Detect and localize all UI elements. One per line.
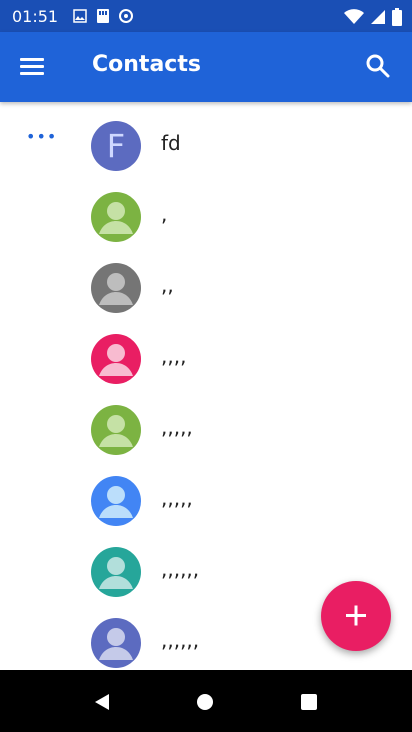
contact-name: ,,,,: [161, 344, 187, 368]
menu-button[interactable]: [18, 54, 48, 80]
add-contact-button[interactable]: [321, 581, 391, 651]
avatar: [91, 547, 141, 597]
avatar: [91, 263, 141, 313]
contact-name: ,,,,,,: [161, 628, 200, 652]
back-button[interactable]: [92, 692, 112, 716]
more-horiz-icon[interactable]: •••: [26, 127, 57, 146]
search-button[interactable]: [364, 52, 392, 80]
page-title: Contacts: [92, 52, 201, 77]
home-button[interactable]: [195, 692, 215, 716]
contact-row[interactable]: ••• F fd: [0, 109, 412, 180]
contact-row[interactable]: ,,: [0, 251, 412, 322]
data-saver-icon: [119, 9, 133, 23]
storage-icon: [97, 9, 109, 23]
person-icon: [99, 486, 133, 518]
app-bar: Contacts: [0, 32, 412, 102]
avatar: [91, 618, 141, 668]
navigation-bar: [0, 670, 412, 732]
contact-row[interactable]: ,: [0, 180, 412, 251]
contact-name: ,,,,,: [161, 415, 193, 439]
search-icon: [366, 54, 390, 78]
person-icon: [99, 415, 133, 447]
avatar: [91, 405, 141, 455]
status-time: 01:51: [12, 7, 59, 26]
photos-icon: [73, 9, 87, 23]
person-icon: [99, 344, 133, 376]
person-icon: [99, 557, 133, 589]
home-icon: [197, 694, 213, 710]
contact-name: ,: [161, 202, 168, 226]
avatar: [91, 192, 141, 242]
recents-button[interactable]: [299, 692, 319, 716]
contact-name: ,,: [161, 273, 174, 297]
contact-row[interactable]: ,,,,,: [0, 393, 412, 464]
avatar: [91, 334, 141, 384]
contact-name: ,,,,,,: [161, 557, 200, 581]
status-system-icons: [344, 8, 402, 26]
avatar: [91, 476, 141, 526]
person-icon: [99, 273, 133, 305]
status-notification-icons: [72, 8, 134, 24]
contact-row[interactable]: ,,,,,: [0, 464, 412, 535]
person-icon: [99, 202, 133, 234]
recents-icon: [301, 694, 317, 710]
contact-row[interactable]: ,,,,: [0, 322, 412, 393]
contact-name: fd: [161, 131, 181, 155]
signal-icon: [371, 10, 385, 24]
person-icon: [99, 628, 133, 660]
avatar-letter: F: [106, 127, 126, 165]
contact-name: ,,,,,: [161, 486, 193, 510]
avatar: F: [91, 121, 141, 171]
add-icon: [346, 605, 366, 626]
hamburger-menu-icon: [20, 58, 44, 75]
battery-icon: [392, 8, 402, 26]
wifi-icon: [344, 9, 364, 24]
status-bar: 01:51: [0, 0, 412, 32]
back-icon: [95, 694, 109, 710]
